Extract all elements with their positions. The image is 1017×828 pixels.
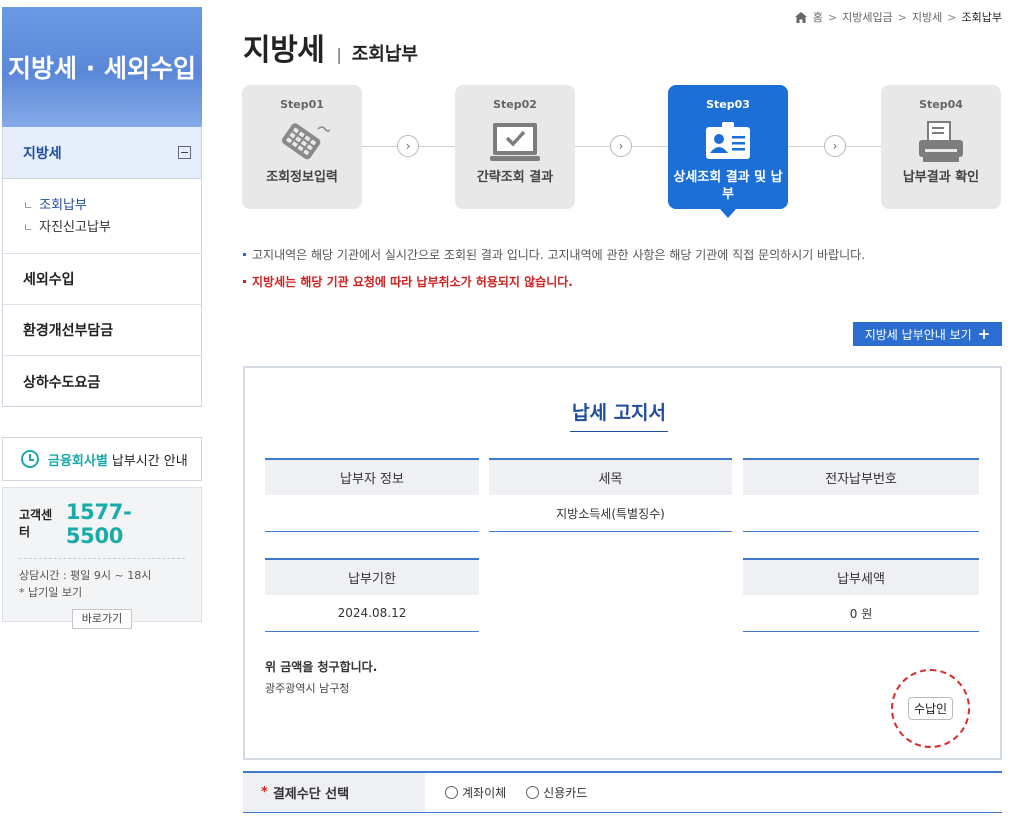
clock-icon [21, 450, 39, 468]
radio-circle-icon[interactable] [445, 786, 458, 799]
radio-circle-icon[interactable] [526, 786, 540, 799]
payment-options: 계좌이체 신용카드 [425, 773, 607, 812]
due-date-label: 납부기한 [265, 558, 479, 595]
divider [19, 558, 185, 559]
bullet-icon [243, 280, 246, 283]
printer-icon [919, 121, 963, 162]
step-arrow-icon: › [397, 135, 419, 157]
issuing-organization: 광주광역시 남구청 [265, 682, 350, 695]
step-label: 납부결과 확인 [902, 170, 980, 185]
sidebar-header: 지방세 · 세외수입 [2, 7, 202, 127]
step-2: Step02 간략조회 결과 [455, 85, 575, 209]
step-label: 조회정보입력 [266, 170, 338, 185]
page-title-main: 지방세 [243, 33, 325, 68]
due-date-value: 2024.08.12 [265, 595, 479, 632]
submenu-item-self-report[interactable]: ㄴ 자진신고납부 [23, 217, 201, 239]
customer-center-label: 고객센터 [19, 508, 53, 539]
go-button[interactable]: 바로가기 [72, 609, 132, 629]
payment-guide-button[interactable]: 지방세 납부안내 보기 + [853, 322, 1002, 346]
step-number: Step04 [919, 98, 963, 111]
step-number: Step01 [280, 98, 324, 111]
breadcrumb-separator: > [897, 10, 907, 24]
plus-icon: + [977, 325, 991, 343]
customer-center-box: 고객센터 1577-5500 상담시간 : 평일 9시 ~ 18시 * 납기일 … [2, 487, 202, 629]
due-date-cell: 납부기한 2024.08.12 [265, 558, 479, 632]
collapse-icon[interactable] [178, 146, 191, 159]
payer-info-cell: 납부자 정보 [265, 458, 479, 532]
sidebar-menu: 지방세 ㄴ 조회납부 ㄴ 자진신고납부 세외수입 환경개선부담금 상하수도요금 [2, 127, 202, 407]
tax-amount-label: 납부세액 [743, 558, 979, 595]
stamp-label: 수납인 [907, 697, 954, 720]
breadcrumb-home[interactable]: 홈 [813, 9, 823, 25]
breadcrumb-local-tax-income[interactable]: 지방세입금 [842, 9, 893, 25]
breadcrumb-current: 조회납부 [961, 11, 1002, 24]
tax-amount-value: 0 원 [743, 595, 979, 632]
customer-center-phone: 1577-5500 [65, 500, 132, 548]
submenu-item-inquiry-payment[interactable]: ㄴ 조회납부 [23, 195, 201, 217]
claim-text: 위 금액을 청구합니다. [265, 660, 378, 674]
payer-info-value [265, 495, 479, 532]
home-icon[interactable] [794, 11, 807, 23]
step-4: Step04 납부결과 확인 [881, 85, 1001, 209]
breadcrumb-separator: > [827, 10, 838, 24]
receipt-stamp: 수납인 [891, 669, 970, 748]
tax-item-value: 지방소득세(특별징수) [489, 495, 732, 532]
sidebar-item-local-tax[interactable]: 지방세 [3, 127, 201, 179]
tax-amount-cell: 납부세액 0 원 [743, 558, 979, 632]
sidebar-submenu: ㄴ 조회납부 ㄴ 자진신고납부 [3, 179, 201, 254]
page-root: 지방세 · 세외수입 지방세 ㄴ 조회납부 ㄴ 자진신고납부 세외수입 환경개선부담… [0, 0, 1017, 828]
payer-info-label: 납부자 정보 [265, 458, 479, 495]
tax-bill: 납세 고지서 납부자 정보 세목 지방소득세(특별징수) 전자납부번호 납부기한… [243, 366, 1002, 760]
step-arrow-icon: › [610, 135, 632, 157]
e-pay-number-label: 전자납부번호 [743, 458, 979, 495]
radio-credit-card[interactable]: 신용카드 [526, 784, 587, 801]
tax-item-label: 세목 [489, 458, 732, 495]
payment-time-link[interactable]: 금융회사별 납부시간 안내 [2, 437, 202, 481]
e-pay-number-cell: 전자납부번호 [743, 458, 979, 532]
step-label: 간략조회 결과 [476, 170, 554, 185]
bullet-icon: ㄴ [23, 199, 34, 212]
due-date-link[interactable]: * 납기일 보기 [19, 584, 185, 601]
step-arrow-icon: › [824, 135, 846, 157]
radio-account-transfer[interactable]: 계좌이체 [445, 784, 506, 801]
title-divider: | [336, 45, 342, 64]
bill-title: 납세 고지서 [570, 398, 669, 432]
consult-hours: 상담시간 : 평일 9시 ~ 18시 [19, 569, 152, 582]
step-label: 상세조회 결과 및 납부 [673, 170, 783, 202]
breadcrumb: 홈 > 지방세입금 > 지방세 > 조회납부 [794, 9, 1002, 25]
id-card-icon [706, 122, 750, 159]
notice-realtime: 고지내역은 해당 기관에서 실시간으로 조회된 결과 입니다. 고지내역에 관한… [243, 246, 865, 263]
required-mark: * [261, 785, 268, 800]
payment-method-row: * 결제수단 선택 계좌이체 신용카드 [243, 771, 1002, 813]
sidebar-item-non-tax[interactable]: 세외수입 [3, 254, 201, 305]
payment-time-highlight: 금융회사별 [48, 453, 108, 469]
sidebar-item-water-fee[interactable]: 상하수도요금 [3, 356, 201, 407]
payment-time-text: 납부시간 안내 [111, 453, 188, 469]
keypad-icon [281, 123, 330, 160]
sidebar-item-environment-charge[interactable]: 환경개선부담금 [3, 305, 201, 356]
e-pay-number-value [743, 495, 979, 532]
step-3: Step03 상세조회 결과 및 납부 [668, 85, 788, 218]
step-number: Step03 [706, 98, 750, 111]
step-number: Step02 [493, 98, 537, 111]
page-title: 지방세 | 조회납부 [243, 25, 418, 69]
page-subtitle: 조회납부 [351, 44, 418, 65]
monitor-check-icon [490, 123, 540, 161]
sidebar-item-label: 지방세 [23, 145, 62, 162]
bullet-icon [243, 253, 246, 256]
breadcrumb-separator: > [947, 10, 957, 24]
notice-no-cancel: 지방세는 해당 기관 요청에 따라 납부취소가 허용되지 않습니다. [243, 273, 573, 290]
breadcrumb-local-tax[interactable]: 지방세 [912, 9, 942, 25]
tax-item-cell: 세목 지방소득세(특별징수) [489, 458, 732, 532]
step-1: Step01 조회정보입력 [242, 85, 362, 209]
payment-method-label: * 결제수단 선택 [243, 773, 425, 812]
bullet-icon: ㄴ [23, 221, 34, 234]
